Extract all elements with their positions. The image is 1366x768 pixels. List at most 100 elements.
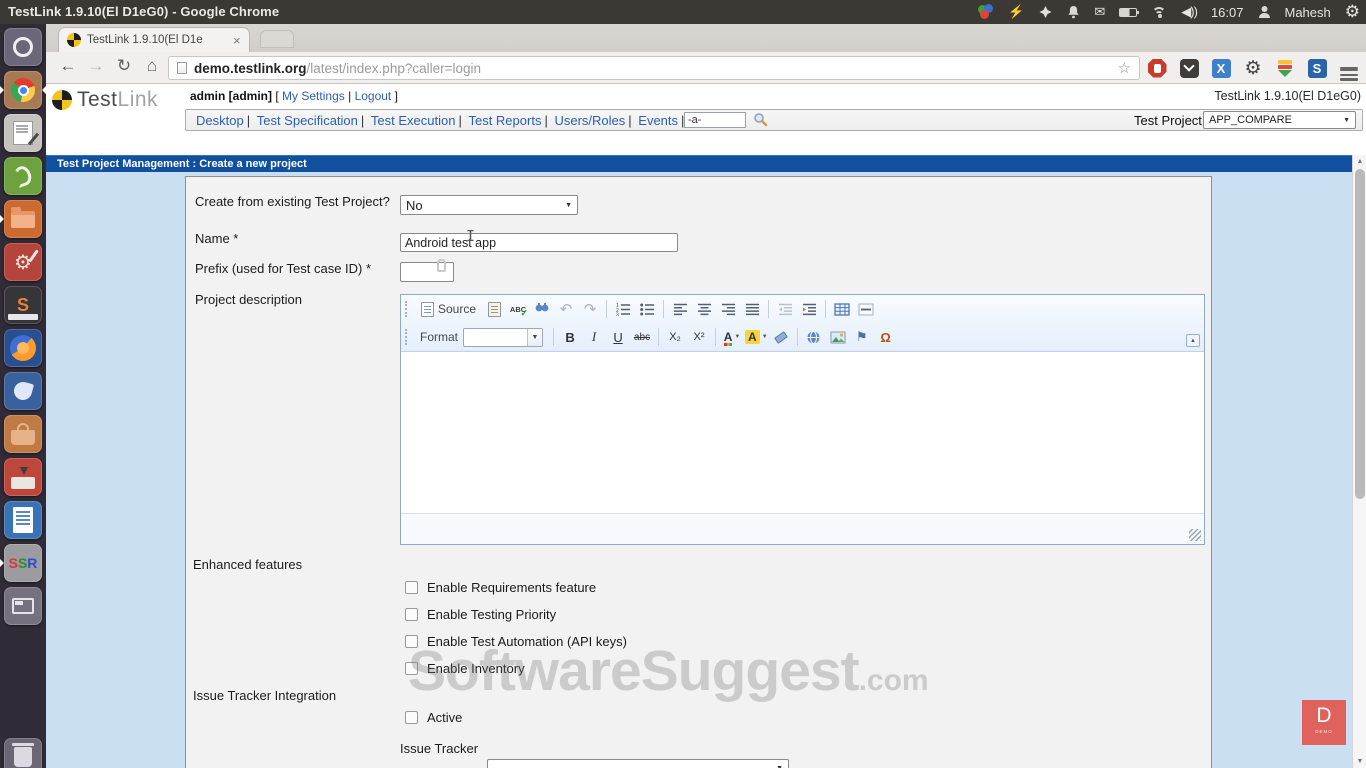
special-char-button[interactable]: Ω — [875, 326, 897, 348]
bullet-list-button[interactable] — [636, 298, 658, 320]
testing-priority-checkbox-label[interactable]: Enable Testing Priority — [427, 607, 556, 622]
main-navbar: Desktop | Test Specification | Test Execut… — [185, 109, 1363, 131]
launcher-software-center[interactable] — [4, 415, 42, 453]
strikethrough-button[interactable]: abc — [631, 326, 653, 348]
browser-tab[interactable]: TestLink 1.9.10(El D1e × — [58, 27, 250, 52]
nav-test-reports[interactable]: Test Reports — [468, 113, 541, 128]
source-button[interactable]: Source — [416, 298, 481, 320]
testcase-search-input[interactable] — [684, 112, 746, 128]
find-button[interactable] — [531, 298, 553, 320]
bookmark-star-icon[interactable]: ☆ — [1118, 59, 1131, 77]
launcher-libreoffice-writer[interactable] — [4, 501, 42, 539]
extension-s-icon[interactable]: S — [1306, 57, 1328, 79]
format-select[interactable]: ▼ — [463, 327, 544, 347]
indicator-app-icon[interactable] — [976, 4, 994, 20]
nav-users-roles[interactable]: Users/Roles — [554, 113, 625, 128]
launcher-green-app[interactable] — [4, 157, 42, 195]
nav-desktop[interactable]: Desktop — [196, 113, 244, 128]
address-bar[interactable]: demo.testlink.org /latest/index.php?call… — [168, 56, 1140, 80]
scrollbar-thumb[interactable] — [1355, 169, 1365, 499]
outdent-button[interactable] — [774, 298, 796, 320]
extension-blue-icon[interactable]: X — [1210, 57, 1232, 79]
back-button[interactable]: ← — [56, 56, 80, 76]
toolbar-collapse-button[interactable]: ▲ — [1186, 334, 1200, 347]
undo-button[interactable]: ↶ — [555, 298, 577, 320]
launcher-trash[interactable] — [4, 738, 42, 768]
active-checkbox[interactable] — [405, 711, 418, 724]
align-left-button[interactable] — [669, 298, 691, 320]
horizontal-rule-button[interactable] — [855, 298, 877, 320]
mail-icon[interactable]: ✉ — [1094, 4, 1105, 20]
preview-button[interactable] — [483, 298, 505, 320]
text-color-button[interactable]: A ▼ — [721, 326, 743, 348]
wifi-icon[interactable] — [1151, 6, 1167, 18]
create-from-select[interactable]: No ▼ — [400, 195, 578, 215]
launcher-package-installer[interactable] — [4, 458, 42, 496]
extension-adblock-icon[interactable] — [1146, 57, 1168, 79]
table-button[interactable] — [831, 298, 853, 320]
align-justify-button[interactable] — [741, 298, 763, 320]
launcher-system-tools[interactable]: ⚙ — [4, 243, 42, 281]
underline-button[interactable]: U — [607, 326, 629, 348]
scroll-up-icon[interactable]: ▲ — [1353, 158, 1366, 165]
session-gear-icon[interactable]: ⚙ — [1345, 3, 1360, 20]
issue-tracker-select[interactable]: ▼ — [487, 759, 789, 768]
redo-button[interactable]: ↷ — [579, 298, 601, 320]
indent-button[interactable] — [798, 298, 820, 320]
user-name[interactable]: Mahesh — [1285, 5, 1331, 20]
new-tab-button[interactable] — [260, 30, 294, 48]
tab-close-icon[interactable]: × — [233, 33, 241, 48]
launcher-firefox[interactable] — [4, 329, 42, 367]
align-right-button[interactable] — [717, 298, 739, 320]
launcher-blue-app[interactable] — [4, 372, 42, 410]
italic-button[interactable]: I — [583, 326, 605, 348]
nav-test-specification[interactable]: Test Specification — [257, 113, 358, 128]
active-checkbox-label[interactable]: Active — [427, 710, 462, 725]
caret-down-icon: ▼ — [761, 334, 768, 340]
battery-icon[interactable] — [1119, 7, 1140, 17]
forward-button[interactable]: → — [84, 56, 108, 76]
window-title: TestLink 1.9.10(El D1eG0) - Google Chrom… — [8, 4, 280, 19]
extension-stack-icon[interactable] — [1274, 57, 1296, 79]
name-input[interactable] — [400, 233, 678, 252]
scroll-down-icon[interactable]: ▼ — [1353, 758, 1366, 765]
my-settings-link[interactable]: My Settings — [282, 89, 345, 103]
logout-link[interactable]: Logout — [355, 89, 392, 103]
test-project-select[interactable]: APP_COMPARE ▼ — [1203, 111, 1356, 129]
requirements-checkbox[interactable] — [405, 581, 418, 594]
spellcheck-button[interactable]: ABC ✓ — [507, 298, 529, 320]
flag-button[interactable]: ⚑ — [851, 326, 873, 348]
chrome-menu-icon[interactable] — [1338, 57, 1360, 81]
launcher-window-tool[interactable] — [4, 587, 42, 625]
testing-priority-checkbox[interactable] — [405, 608, 418, 621]
clock[interactable]: 16:07 — [1211, 5, 1244, 20]
power-icon[interactable]: ⚡ — [1008, 4, 1024, 20]
page-scrollbar[interactable]: ▲ ▼ — [1352, 155, 1366, 768]
bold-button[interactable]: B — [559, 326, 581, 348]
reload-button[interactable]: ↻ — [112, 56, 136, 76]
nav-sep: | — [628, 113, 632, 128]
nav-events[interactable]: Events — [638, 113, 678, 128]
resize-grip-icon[interactable] — [1189, 529, 1201, 541]
requirements-checkbox-label[interactable]: Enable Requirements feature — [427, 580, 596, 595]
image-button[interactable] — [827, 326, 849, 348]
extension-pocket-icon[interactable] — [1178, 57, 1200, 79]
remove-format-button[interactable] — [770, 326, 792, 348]
editor-content-area[interactable] — [401, 353, 1204, 513]
background-color-button[interactable]: A ▼ — [745, 326, 768, 348]
numbered-list-button[interactable]: 123 — [612, 298, 634, 320]
extension-gear-icon[interactable]: ⚙ — [1242, 57, 1264, 79]
notification-bell-icon[interactable] — [1067, 5, 1080, 19]
volume-icon[interactable]: ◀)) — [1181, 4, 1198, 20]
launcher-ubuntu-dash[interactable] — [4, 28, 42, 66]
superscript-button[interactable]: X² — [688, 326, 710, 348]
workspace-icon[interactable] — [1038, 5, 1053, 20]
subscript-button[interactable]: X₂ — [664, 326, 686, 348]
launcher-sublime-text[interactable]: S — [4, 286, 42, 324]
search-icon[interactable] — [753, 112, 768, 127]
home-button[interactable]: ⌂ — [140, 56, 164, 76]
align-center-button[interactable] — [693, 298, 715, 320]
link-button[interactable] — [803, 326, 825, 348]
launcher-text-editor[interactable] — [4, 114, 42, 152]
nav-test-execution[interactable]: Test Execution — [371, 113, 456, 128]
